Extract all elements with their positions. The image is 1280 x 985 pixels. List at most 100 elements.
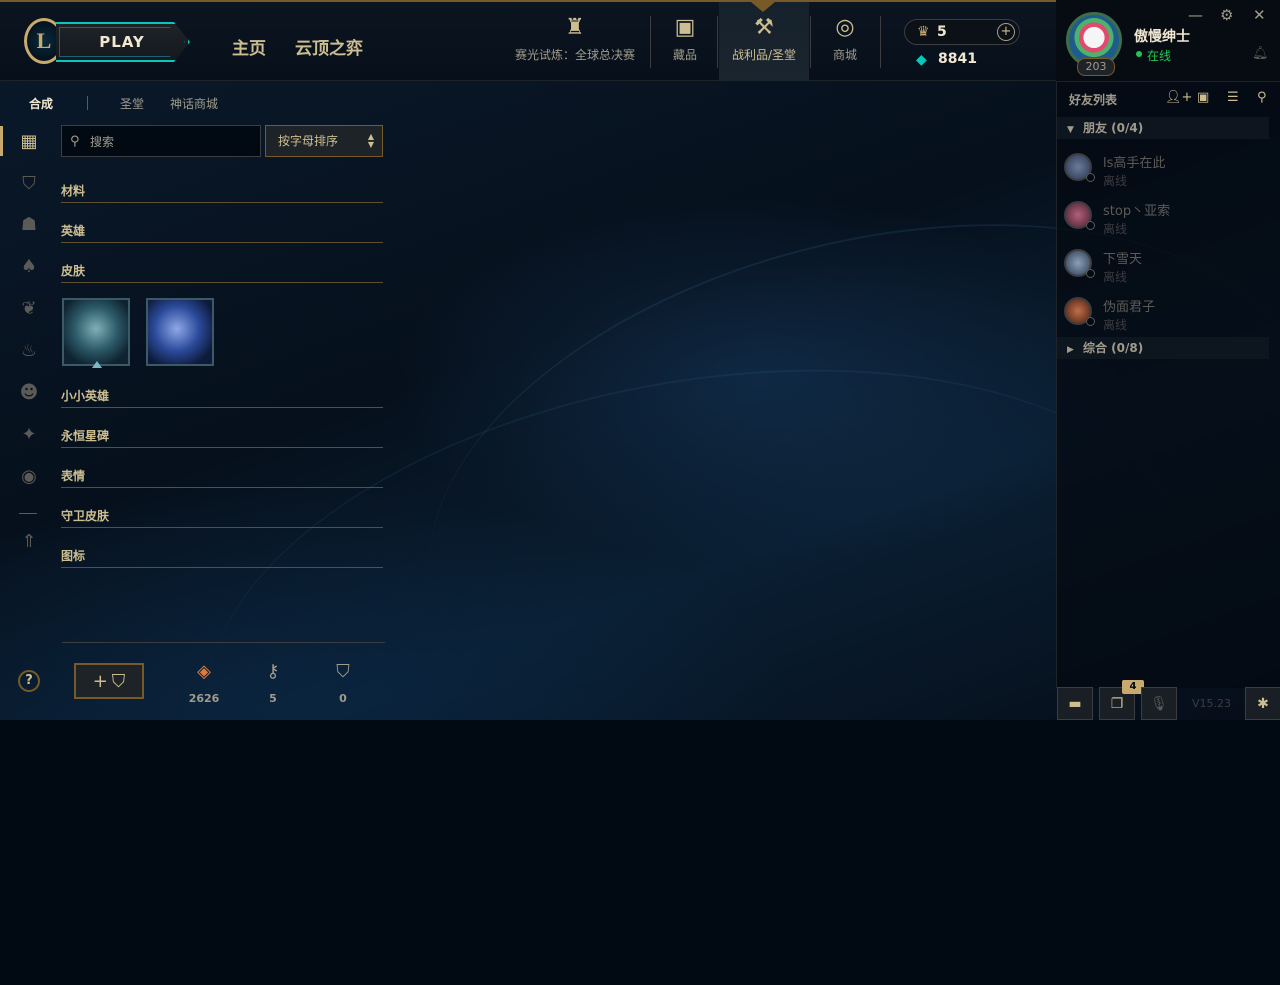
add-folder-icon[interactable]: ▣ — [1197, 90, 1209, 105]
chest-filter-icon[interactable]: ⛉ — [16, 170, 42, 196]
nav-loot[interactable]: ⚒ 战利品/圣堂 — [719, 2, 809, 81]
friends-panel: 好友列表 👤︎+ ▣ ☰ ⚲ ▼ 朋友 (0/4) ls高手在此 离线 stop丶… — [1056, 82, 1280, 688]
profile-icon-filter-icon[interactable]: ◉ — [16, 463, 42, 489]
nav-collection[interactable]: ▣ 藏品 — [655, 2, 715, 81]
list-view-icon[interactable]: ☰ — [1227, 90, 1239, 105]
bug-report-button[interactable]: ✱ — [1245, 687, 1280, 720]
nav-loot-label: 战利品/圣堂 — [731, 48, 797, 62]
chest-icon: ⛉ — [111, 670, 126, 692]
category-champions[interactable]: 英雄 — [61, 222, 383, 243]
buy-rp-button[interactable]: + — [997, 23, 1015, 41]
rp-value: 5 — [937, 24, 947, 40]
category-little-legends[interactable]: 小小英雄 — [61, 387, 383, 408]
friend-item[interactable]: ls高手在此 离线 — [1057, 146, 1269, 192]
notification-bell-icon[interactable]: 🔔︎ — [1252, 46, 1269, 61]
chest-counter: ⛉ 0 — [323, 660, 363, 705]
nav-divider — [717, 16, 718, 68]
little-legend-icon[interactable]: ❦ — [16, 295, 42, 321]
rp-icon: ♛ — [917, 24, 930, 40]
nav-home[interactable]: 主页 — [232, 34, 266, 59]
settings-gear-icon[interactable]: ⚙ — [1220, 6, 1233, 24]
active-tab-chevron-icon — [751, 2, 775, 12]
nav-divider — [880, 16, 881, 68]
skin-shard-tile[interactable] — [62, 298, 130, 366]
key-counter: ⚷ 5 — [253, 660, 293, 705]
blue-essence-value: 8841 — [938, 51, 977, 67]
top-navigation-bar: L PLAY 主页 云顶之弈 ♜ 赛光试炼：全球总决赛 ▣ 藏品 ⚒ 战利品/圣… — [0, 0, 1056, 81]
add-chest-button[interactable]: + ⛉ — [74, 663, 144, 699]
orange-essence-counter: ◈ 2626 — [184, 660, 224, 705]
friend-group-label: 朋友 (0/4) — [1083, 121, 1144, 135]
sort-dropdown[interactable]: 按字母排序 ▲ ▼ — [265, 125, 383, 157]
play-button[interactable]: PLAY — [56, 22, 190, 62]
help-icon[interactable]: ? — [18, 670, 40, 692]
champion-helmet-icon[interactable]: ☗ — [16, 211, 42, 237]
voice-button[interactable]: 🎙︎ — [1141, 687, 1177, 720]
level-badge: 203 — [1077, 58, 1115, 76]
bottom-divider — [62, 642, 385, 643]
nav-worlds-label: 赛光试炼：全球总决赛 — [514, 48, 635, 62]
category-eternals[interactable]: 永恒星碑 — [61, 427, 383, 448]
search-input[interactable] — [88, 131, 252, 153]
category-ward-skins[interactable]: 守卫皮肤 — [61, 507, 383, 528]
tab-sanctum[interactable]: 圣堂 — [120, 95, 144, 112]
tab-divider — [87, 96, 88, 110]
close-icon[interactable]: ✕ — [1253, 6, 1266, 24]
chat-bubble-icon: ▬ — [1068, 695, 1082, 712]
friend-item[interactable]: stop丶亚索 离线 — [1057, 194, 1269, 240]
friend-item[interactable]: 下雪天 离线 — [1057, 242, 1269, 288]
friend-group-label: 综合 (0/8) — [1083, 341, 1144, 355]
offline-status-icon — [1086, 173, 1095, 182]
all-items-grid-icon[interactable]: ▦ — [16, 128, 42, 154]
friend-status: 离线 — [1103, 174, 1128, 188]
category-materials[interactable]: 材料 — [61, 182, 383, 203]
status-text[interactable]: 在线 — [1147, 47, 1171, 64]
friend-status: 离线 — [1103, 222, 1128, 236]
orange-essence-value: 2626 — [188, 692, 220, 705]
emote-smiley-icon[interactable]: ☻ — [16, 379, 42, 405]
rail-active-marker — [0, 126, 3, 156]
crafting-arrow-icon[interactable]: ⇑ — [16, 528, 42, 554]
orange-essence-icon: ◈ — [197, 661, 211, 682]
friend-item[interactable]: 伪面君子 离线 — [1057, 290, 1269, 336]
ward-skin-icon[interactable]: ✦ — [16, 421, 42, 447]
friend-name: 下雪天 — [1103, 252, 1143, 267]
chest-icon: ⛉ — [336, 661, 350, 682]
eternals-flame-icon[interactable]: ♨ — [16, 337, 42, 363]
nav-collection-label: 藏品 — [672, 48, 697, 62]
nav-worlds[interactable]: ♜ 赛光试炼：全球总决赛 — [508, 2, 642, 81]
nav-tft[interactable]: 云顶之弈 — [295, 34, 363, 59]
chat-button[interactable]: ▬ — [1057, 687, 1093, 720]
add-friend-icon[interactable]: 👤︎+ — [1165, 90, 1192, 105]
key-icon: ⚷ — [266, 661, 280, 682]
tab-crafting[interactable]: 合成 — [29, 95, 53, 112]
minimize-icon[interactable]: — — [1188, 6, 1203, 24]
key-value: 5 — [269, 692, 277, 705]
search-box: ⚲ — [61, 125, 261, 157]
messages-icon: ❐ — [1110, 695, 1124, 712]
offline-status-icon — [1086, 221, 1095, 230]
category-skins[interactable]: 皮肤 — [61, 262, 383, 283]
offline-status-icon — [1086, 317, 1095, 326]
profile-panel: 203 傲慢绅士 在线 — ⚙ ✕ 🔔︎ — [1056, 0, 1280, 82]
friend-group-header[interactable]: ▶ 综合 (0/8) — [1057, 337, 1269, 359]
nav-store-label: 商城 — [832, 48, 857, 62]
tab-mythic-shop[interactable]: 神话商城 — [170, 95, 218, 112]
friend-group-header[interactable]: ▼ 朋友 (0/4) — [1057, 117, 1269, 139]
friend-name: ls高手在此 — [1103, 156, 1166, 171]
skin-mask-icon[interactable]: ♠ — [16, 253, 42, 279]
nav-store[interactable]: ◎ 商城 — [815, 2, 875, 81]
skin-shard-tile[interactable] — [146, 298, 214, 366]
friend-name: 伪面君子 — [1103, 300, 1156, 315]
chest-value: 0 — [339, 692, 347, 705]
search-icon[interactable]: ⚲ — [1257, 90, 1267, 105]
username[interactable]: 傲慢绅士 — [1134, 26, 1190, 46]
collection-bag-icon: ▣ — [674, 15, 696, 40]
category-emotes[interactable]: 表情 — [61, 467, 383, 488]
selected-indicator-icon — [92, 361, 102, 368]
category-icons[interactable]: 图标 — [61, 547, 383, 568]
blue-essence-icon: ◆ — [916, 52, 927, 68]
friend-status: 离线 — [1103, 270, 1128, 284]
online-status-dot-icon — [1136, 51, 1142, 57]
nav-divider — [810, 16, 811, 68]
